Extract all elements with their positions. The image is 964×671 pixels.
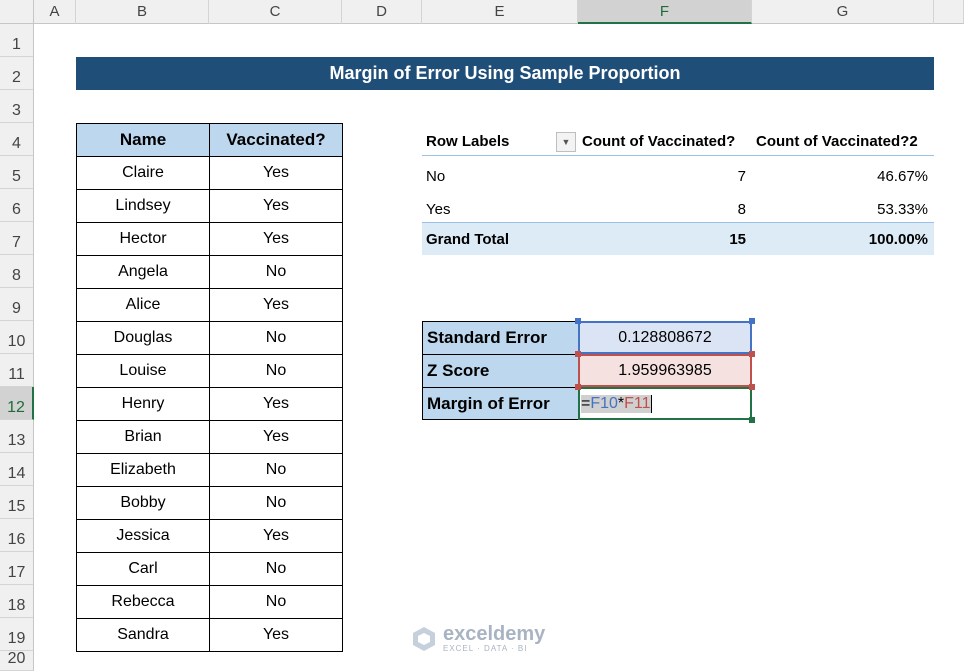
row-header-2[interactable]: 2 [0,57,34,90]
table-cell-vaccinated[interactable]: Yes [209,618,343,652]
row-header-15[interactable]: 15 [0,486,34,519]
column-header-c[interactable]: C [209,0,342,24]
margin-of-error-formula-cell[interactable]: = F10 * F11 [578,387,752,420]
watermark-name: exceldemy [443,623,546,645]
range-handle[interactable] [575,384,581,390]
row-header-16[interactable]: 16 [0,519,34,552]
watermark-tagline: EXCEL · DATA · BI [443,644,528,653]
table-cell-vaccinated[interactable]: Yes [209,420,343,454]
pivot-row-label[interactable]: No [422,160,578,193]
row-header-17[interactable]: 17 [0,552,34,585]
table-cell-vaccinated[interactable]: Yes [209,387,343,421]
table-cell-name[interactable]: Henry [76,387,210,421]
range-handle[interactable] [749,318,755,324]
table-cell-vaccinated[interactable]: No [209,453,343,487]
pivot-row-count[interactable]: 7 [578,160,752,193]
row-header-18[interactable]: 18 [0,585,34,618]
table-cell-vaccinated[interactable]: Yes [209,519,343,553]
formula-equals: = [581,394,591,413]
formula-ref-f11: F11 [624,394,651,413]
select-all-corner[interactable] [0,0,34,24]
formula-ref-f10: F10 [590,394,618,413]
row-header-19[interactable]: 19 [0,618,34,651]
column-header-f[interactable]: F [578,0,752,24]
column-header-g[interactable]: G [752,0,934,24]
row-header-11[interactable]: 11 [0,354,34,387]
filter-dropdown-icon[interactable]: ▼ [556,131,576,152]
row-header-5[interactable]: 5 [0,156,34,189]
table-cell-vaccinated[interactable]: No [209,321,343,355]
column-header-e[interactable]: E [422,0,578,24]
pivot-row-percent[interactable]: 46.67% [752,160,934,193]
column-header-a[interactable]: A [34,0,76,24]
pivot-header-label: Row Labels [426,133,510,150]
standard-error-label[interactable]: Standard Error [422,321,579,355]
z-score-label[interactable]: Z Score [422,354,579,388]
row-header-8[interactable]: 8 [0,255,34,288]
table-cell-vaccinated[interactable]: No [209,255,343,289]
table-cell-name[interactable]: Elizabeth [76,453,210,487]
row-header-4[interactable]: 4 [0,123,34,156]
range-handle[interactable] [749,384,755,390]
margin-of-error-label[interactable]: Margin of Error [422,387,579,420]
row-header-3[interactable]: 3 [0,90,34,123]
table-cell-vaccinated[interactable]: Yes [209,288,343,322]
row-header-10[interactable]: 10 [0,321,34,354]
table-cell-name[interactable]: Hector [76,222,210,256]
table-cell-vaccinated[interactable]: No [209,354,343,388]
fill-handle[interactable] [749,417,755,423]
exceldemy-logo-icon [413,627,435,651]
row-header-14[interactable]: 14 [0,453,34,486]
table-header-vaccinated[interactable]: Vaccinated? [209,123,343,157]
table-cell-name[interactable]: Angela [76,255,210,289]
table-cell-vaccinated[interactable]: No [209,585,343,619]
z-score-value[interactable]: 1.959963985 [578,354,752,387]
row-header-1[interactable]: 1 [0,24,34,57]
pivot-total-percent[interactable]: 100.00% [752,222,934,255]
table-cell-name[interactable]: Alice [76,288,210,322]
table-cell-name[interactable]: Jessica [76,519,210,553]
range-handle[interactable] [575,318,581,324]
sheet-title[interactable]: Margin of Error Using Sample Proportion [76,57,934,90]
row-header-13[interactable]: 13 [0,420,34,453]
row-header-7[interactable]: 7 [0,222,34,255]
row-header-20[interactable]: 20 [0,650,34,671]
table-cell-vaccinated[interactable]: No [209,486,343,520]
text-cursor [650,394,652,413]
table-header-name[interactable]: Name [76,123,210,157]
row-header-6[interactable]: 6 [0,189,34,222]
table-cell-name[interactable]: Louise [76,354,210,388]
range-handle[interactable] [575,351,581,357]
exceldemy-watermark: exceldemy EXCEL · DATA · BI [410,624,545,654]
table-cell-name[interactable]: Lindsey [76,189,210,223]
column-header-b[interactable]: B [76,0,209,24]
table-cell-vaccinated[interactable]: Yes [209,222,343,256]
range-handle[interactable] [749,351,755,357]
table-cell-name[interactable]: Bobby [76,486,210,520]
row-header-12[interactable]: 12 [0,387,34,420]
pivot-total-count[interactable]: 15 [578,222,752,255]
table-cell-name[interactable]: Douglas [76,321,210,355]
table-cell-name[interactable]: Brian [76,420,210,454]
standard-error-value[interactable]: 0.128808672 [578,321,752,354]
pivot-header-count[interactable]: Count of Vaccinated? [578,128,752,156]
table-cell-name[interactable]: Sandra [76,618,210,652]
table-cell-vaccinated[interactable]: Yes [209,156,343,190]
pivot-total-label[interactable]: Grand Total [422,222,578,255]
table-cell-vaccinated[interactable]: Yes [209,189,343,223]
table-cell-name[interactable]: Rebecca [76,585,210,619]
table-cell-name[interactable]: Carl [76,552,210,586]
row-header-9[interactable]: 9 [0,288,34,321]
pivot-header-count2[interactable]: Count of Vaccinated?2 [752,128,934,156]
column-header-d[interactable]: D [342,0,422,24]
pivot-header-row-labels[interactable]: Row Labels ▼ [422,128,578,156]
column-header-overflow[interactable] [934,0,964,24]
table-cell-name[interactable]: Claire [76,156,210,190]
table-cell-vaccinated[interactable]: No [209,552,343,586]
